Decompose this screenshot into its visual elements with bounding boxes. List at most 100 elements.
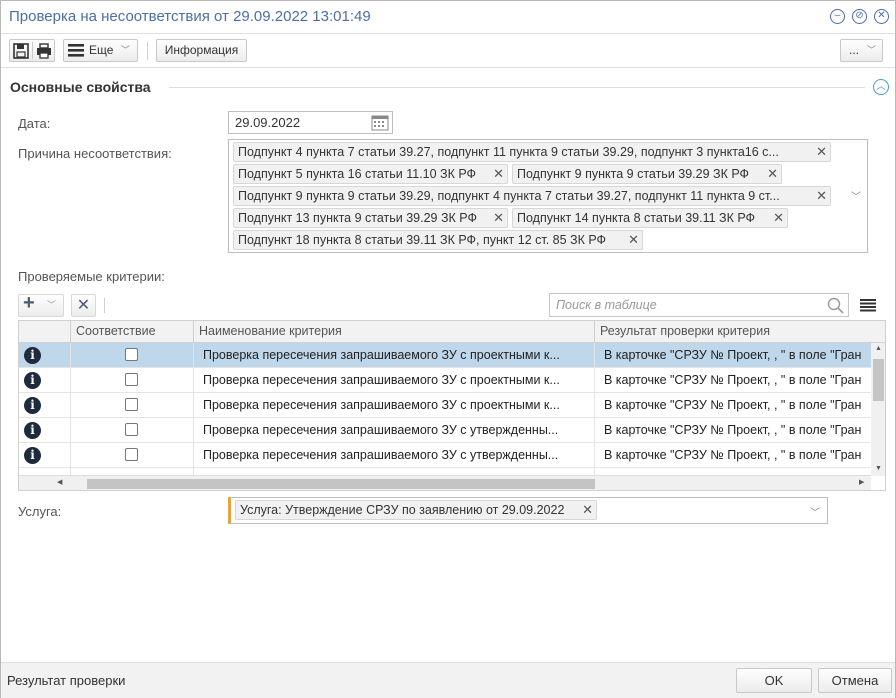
calendar-icon[interactable] [371,114,389,131]
delete-button[interactable]: ✕ [71,294,96,317]
remove-icon[interactable]: ✕ [493,165,504,183]
toolbar: Еще ﹀ Информация ... ﹀ [1,33,895,68]
section-title: Основные свойства [10,79,151,95]
save-print-group [9,39,55,62]
info-icon[interactable]: i [24,447,41,464]
table-row[interactable]: i Проверка пересечения запрашиваемого ЗУ… [19,393,871,418]
scroll-left-icon[interactable]: ◀ [57,478,62,486]
reason-chip-label: Подпункт 14 пункта 8 статьи 39.11 ЗК РФ [517,211,756,225]
vertical-scrollbar[interactable]: ▲ ▼ [871,343,885,476]
section-divider [169,87,865,88]
criteria-table: Соответствие Наименование критерия Резул… [18,320,886,491]
horizontal-scrollbar[interactable]: ◀ ▶ [19,475,871,490]
remove-icon[interactable]: ✕ [816,187,827,205]
remove-icon[interactable]: ✕ [773,209,784,227]
chevron-down-icon: ﹀ [47,300,57,310]
reason-chip-label: Подпункт 5 пункта 16 статьи 11.10 ЗК РФ [238,167,477,181]
collapse-icon[interactable]: ︿ [873,79,889,95]
menu-icon [68,44,84,57]
title-bar: Проверка на несоответствия от 29.09.2022… [1,1,895,32]
add-button[interactable]: + ﹀ [18,292,64,317]
criterion-name: Проверка пересечения запрашиваемого ЗУ с… [203,423,559,437]
reason-chip-label: Подпункт 9 пункта 9 статьи 39.29, подпун… [238,189,780,203]
more-button[interactable]: Еще ﹀ [63,39,138,62]
column-header-icon [19,321,70,343]
reason-chip[interactable]: Подпункт 9 пункта 9 статьи 39.29 ЗК РФ ✕ [512,164,782,184]
match-checkbox[interactable] [125,348,138,361]
list-settings-icon[interactable] [860,299,876,312]
criterion-result: В карточке "СРЗУ № Проект, , " в поле "Г… [604,423,862,437]
date-value: 29.09.2022 [235,115,301,130]
match-checkbox[interactable] [125,398,138,411]
info-icon[interactable]: i [24,397,41,414]
criterion-name: Проверка пересечения запрашиваемого ЗУ с… [203,348,560,362]
info-icon[interactable]: i [24,347,41,364]
chevron-down-icon: ﹀ [867,45,877,55]
overflow-menu-button[interactable]: ... ﹀ [840,39,883,62]
chevron-down-icon[interactable]: ﹀ [851,188,861,203]
criterion-name: Проверка пересечения запрашиваемого ЗУ с… [203,398,560,412]
reason-chip[interactable]: Подпункт 13 пункта 9 статьи 39.29 ЗК РФ ✕ [233,208,508,228]
chevron-down-icon[interactable]: ﹀ [810,504,820,519]
criterion-name: Проверка пересечения запрашиваемого ЗУ с… [203,448,559,462]
service-chip-label: Услуга: Утверждение СРЗУ по заявлению от… [240,503,565,517]
date-label: Дата: [18,116,51,131]
remove-icon[interactable]: ✕ [582,501,593,519]
remove-icon[interactable]: ✕ [628,231,639,249]
table-row[interactable]: i Проверка пересечения запрашиваемого ЗУ… [19,418,871,443]
match-checkbox[interactable] [125,423,138,436]
ok-button[interactable]: OK [736,668,812,693]
scroll-up-icon[interactable]: ▲ [875,345,882,352]
reason-chip-label: Подпункт 9 пункта 9 статьи 39.29 ЗК РФ [517,167,750,181]
reason-chip[interactable]: Подпункт 18 пункта 8 статьи 39.11 ЗК РФ,… [233,230,643,250]
service-chip[interactable]: Услуга: Утверждение СРЗУ по заявлению от… [235,500,597,520]
reason-chip-label: Подпункт 4 пункта 7 статьи 39.27, подпун… [238,145,779,159]
column-header-match[interactable]: Соответствие [70,321,193,343]
column-header-name[interactable]: Наименование критерия [193,321,594,343]
reason-label: Причина несоответствия: [18,146,172,161]
criterion-result: В карточке "СРЗУ № Проект, , " в поле "Г… [604,448,862,462]
criterion-name: Проверка пересечения запрашиваемого ЗУ с… [203,373,560,387]
plus-icon: + [23,292,35,314]
match-checkbox[interactable] [125,373,138,386]
save-icon[interactable] [13,43,29,59]
scroll-down-icon[interactable]: ▼ [875,465,882,472]
remove-icon[interactable]: ✕ [493,209,504,227]
criterion-result: В карточке "СРЗУ № Проект, , " в поле "Г… [604,373,862,387]
scroll-right-icon[interactable]: ▶ [859,478,864,486]
info-icon[interactable]: i [24,422,41,439]
reason-chip[interactable]: Подпункт 5 пункта 16 статьи 11.10 ЗК РФ ✕ [233,164,508,184]
criterion-result: В карточке "СРЗУ № Проект, , " в поле "Г… [604,348,862,362]
date-input[interactable]: 29.09.2022 [228,111,393,134]
scrollbar-thumb[interactable] [87,479,595,489]
cancel-button[interactable]: Отмена [818,668,892,693]
info-icon[interactable]: i [24,372,41,389]
reason-field[interactable]: Подпункт 4 пункта 7 статьи 39.27, подпун… [228,139,868,253]
reason-chip[interactable]: Подпункт 14 пункта 8 статьи 39.11 ЗК РФ ✕ [512,208,788,228]
criterion-result: В карточке "СРЗУ № Проект, , " в поле "Г… [604,398,862,412]
dialog-window: Проверка на несоответствия от 29.09.2022… [0,0,896,698]
footer: Результат проверки OK Отмена [1,662,895,698]
minimize-icon[interactable]: – [830,9,845,24]
close-icon: ✕ [76,297,91,314]
table-row[interactable]: i Проверка пересечения запрашиваемого ЗУ… [19,443,871,468]
reason-chip[interactable]: Подпункт 4 пункта 7 статьи 39.27, подпун… [233,142,831,162]
grid-toolbar: + ﹀ ✕ Поиск в таблице [18,291,886,320]
service-field[interactable]: Услуга: Утверждение СРЗУ по заявлению от… [228,497,828,524]
info-button[interactable]: Информация [156,39,247,62]
match-checkbox[interactable] [125,448,138,461]
remove-icon[interactable]: ✕ [767,165,778,183]
chevron-down-icon: ﹀ [121,45,131,55]
search-icon[interactable] [827,297,845,315]
scrollbar-thumb[interactable] [873,359,884,401]
link-icon[interactable]: ⊘ [852,9,867,24]
reason-chip-label: Подпункт 13 пункта 9 статьи 39.29 ЗК РФ [238,211,477,225]
column-header-result[interactable]: Результат проверки критерия [594,321,885,343]
table-row[interactable]: i Проверка пересечения запрашиваемого ЗУ… [19,368,871,393]
table-row[interactable]: i Проверка пересечения запрашиваемого ЗУ… [19,343,871,368]
reason-chip[interactable]: Подпункт 9 пункта 9 статьи 39.29, подпун… [233,186,831,206]
search-input[interactable]: Поиск в таблице [549,293,849,317]
print-icon[interactable] [36,43,52,59]
remove-icon[interactable]: ✕ [816,143,827,161]
close-icon[interactable]: ✕ [874,9,889,24]
